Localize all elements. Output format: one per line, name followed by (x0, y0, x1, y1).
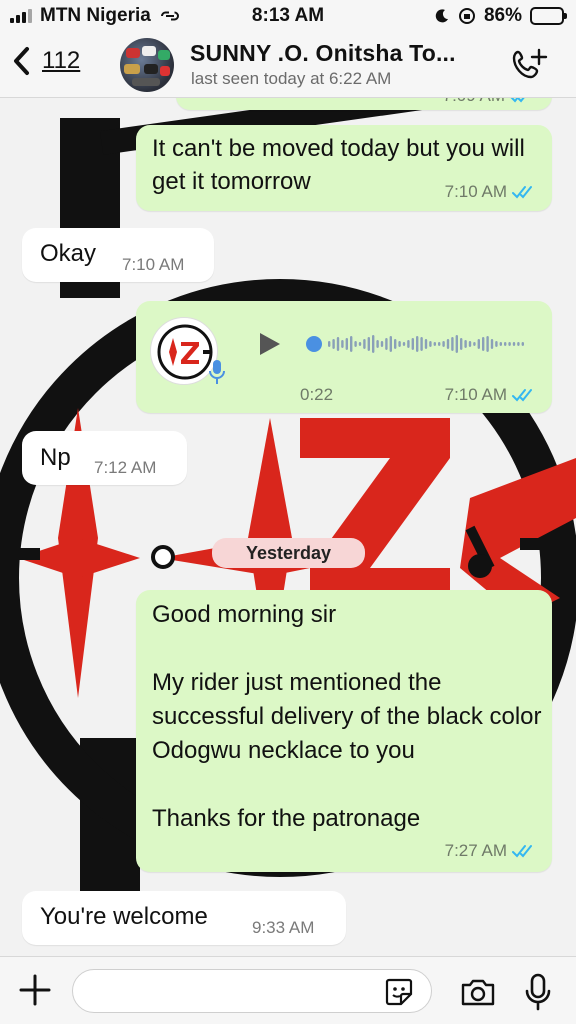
waveform-bar (429, 341, 432, 347)
waveform-bar (499, 342, 502, 346)
waveform-bar (464, 340, 467, 348)
waveform-bar (482, 337, 485, 351)
last-seen: last seen today at 6:22 AM (191, 69, 392, 88)
waveform-bar (468, 341, 472, 347)
message-time: 7:27 AM (444, 841, 507, 860)
moon-icon (435, 9, 448, 23)
waveform-bar (367, 337, 370, 351)
message-bubble-outgoing[interactable]: Good morning sir My rider just mentioned… (136, 590, 552, 872)
waveform-bar (420, 337, 423, 351)
sticker-icon[interactable] (384, 977, 414, 1007)
message-text: Okay (40, 240, 97, 267)
status-bar: MTN Nigeria 8:13 AM 86% (0, 0, 576, 32)
battery-percent: 86% (483, 5, 522, 26)
waveform-bar (446, 339, 450, 349)
double-tick-icon (510, 98, 525, 103)
waveform-bar (473, 342, 476, 346)
waveform-bar (521, 342, 524, 346)
waveform-bar (354, 341, 357, 347)
waveform-bar (512, 342, 516, 346)
mic-icon (209, 360, 225, 384)
message-bubble-incoming[interactable]: You're welcome 9:33 AM (22, 891, 346, 945)
waveform-bar (376, 340, 379, 348)
voice-duration: 0:22 (300, 385, 334, 404)
waveform-bar (455, 335, 458, 353)
double-tick-icon (512, 845, 532, 858)
composer-bar (0, 956, 576, 1024)
waveform-bar (363, 339, 366, 349)
message-time: 7:10 AM (444, 385, 507, 404)
message-time: 7:09 AM (443, 98, 505, 106)
waveform-bar (451, 337, 454, 351)
message-input[interactable] (72, 969, 432, 1013)
plus-icon[interactable] (18, 973, 52, 1007)
waveform-bar (358, 342, 362, 346)
waveform-bar (407, 340, 410, 348)
message-bubble-incoming[interactable]: Np 7:12 AM (22, 431, 187, 485)
double-tick-icon (512, 186, 532, 199)
camera-icon[interactable] (460, 977, 496, 1007)
waveform-bar (385, 338, 388, 350)
waveform-bar (517, 342, 520, 346)
waveform-bar (380, 341, 384, 347)
chat-header: 112 SUNNY .O. Onitsha To... last seen to… (0, 32, 576, 98)
voice-waveform[interactable] (306, 331, 531, 357)
waveform-bar (345, 338, 348, 350)
message-text: Np (40, 444, 71, 471)
message-bubble-partial[interactable]: 7:09 AM (176, 98, 552, 110)
rotation-lock-icon (458, 8, 475, 24)
waveform-bar (336, 337, 340, 351)
waveform-bar (372, 335, 375, 353)
message-bubble-incoming[interactable]: Okay 7:10 AM (22, 228, 214, 282)
waveform-bar (332, 339, 335, 349)
waveform-bar (424, 339, 428, 349)
back-button[interactable]: 112 (12, 46, 80, 76)
double-tick-icon (512, 389, 532, 402)
waveform-bar (504, 342, 507, 346)
message-time: 9:33 AM (252, 918, 315, 937)
waveform-bar (508, 342, 511, 346)
back-chevron-icon (14, 47, 29, 75)
unread-count: 112 (42, 47, 81, 74)
message-time: 7:10 AM (444, 182, 507, 201)
message-time: 7:12 AM (94, 458, 157, 477)
playback-position-dot[interactable] (306, 336, 322, 352)
waveform-bar (350, 336, 353, 352)
waveform-bar (389, 336, 392, 352)
message-text: You're welcome (40, 903, 208, 930)
waveform-bar (477, 339, 480, 349)
waveform-bar (402, 342, 406, 346)
waveform-bar (495, 341, 498, 347)
waveform-bar (433, 342, 436, 346)
waveform-bar (394, 339, 397, 349)
waveform-bar (341, 340, 344, 348)
date-divider: Yesterday (212, 538, 365, 568)
chat-area[interactable]: 7:09 AM It can't be moved today but you … (0, 98, 576, 956)
microphone-icon[interactable] (524, 973, 552, 1011)
waveform-bar (486, 336, 489, 352)
message-bubble-outgoing[interactable]: It can't be moved today but you will get… (136, 125, 552, 211)
waveform-bar (442, 341, 445, 347)
waveform-bar (416, 336, 419, 352)
voice-message-bubble[interactable]: 0:22 7:10 AM (136, 301, 552, 413)
video-call-add-icon[interactable] (510, 46, 550, 86)
contact-name[interactable]: SUNNY .O. Onitsha To... (190, 40, 456, 67)
waveform-bar (398, 341, 401, 347)
battery-icon (530, 7, 567, 25)
message-text: Good morning sir My rider just mentioned… (152, 601, 542, 832)
waveform-bar (411, 338, 414, 350)
contact-avatar[interactable] (120, 38, 174, 92)
waveform-bar (328, 341, 331, 347)
waveform-bar (460, 338, 463, 350)
waveform-bar (438, 342, 441, 346)
message-time: 7:10 AM (122, 255, 185, 274)
play-icon[interactable] (256, 331, 282, 357)
waveform-bar (490, 339, 494, 349)
